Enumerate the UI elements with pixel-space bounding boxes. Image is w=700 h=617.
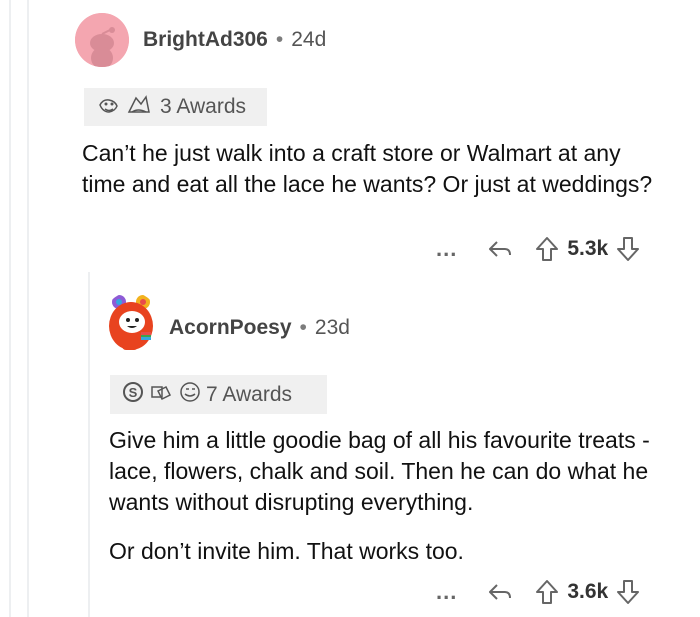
comment-paragraph: Or don’t invite him. That works too. xyxy=(109,538,464,564)
awards-bar[interactable]: S 7 Awards xyxy=(110,375,327,414)
thread-line-outer-2[interactable] xyxy=(27,0,29,617)
more-options-button[interactable]: ... xyxy=(436,236,457,262)
silver-award-icon: S xyxy=(122,381,144,408)
username[interactable]: AcornPoesy xyxy=(169,316,292,340)
username[interactable]: BrightAd306 xyxy=(143,28,268,52)
comment-paragraph: Give him a little goodie bag of all his … xyxy=(109,427,650,515)
comment-meta: AcornPoesy • 23d xyxy=(169,316,350,340)
downvote-arrow-icon[interactable] xyxy=(616,579,640,605)
more-options-button[interactable]: ... xyxy=(436,579,457,605)
separator: • xyxy=(299,316,307,339)
awards-count: 3 Awards xyxy=(160,95,246,118)
award-icon xyxy=(126,94,152,121)
svg-text:S: S xyxy=(129,385,138,400)
award-icon xyxy=(96,94,122,121)
comment-age[interactable]: 23d xyxy=(315,316,350,340)
thread-line-reply[interactable] xyxy=(88,272,90,617)
comment-body: Give him a little goodie bag of all his … xyxy=(109,425,679,567)
upvote-arrow-icon[interactable] xyxy=(535,579,559,605)
award-icon xyxy=(178,381,202,408)
snoo-avatar-icon xyxy=(75,13,129,67)
comment-paragraph: Can’t he just walk into a craft store or… xyxy=(82,140,653,197)
awards-bar[interactable]: 3 Awards xyxy=(84,88,267,126)
reply-arrow-icon[interactable] xyxy=(487,581,513,603)
thread-line-outer[interactable] xyxy=(9,0,11,617)
vote-count: 3.6k xyxy=(567,580,609,603)
avatar[interactable] xyxy=(75,13,129,67)
snoo-avatar-icon xyxy=(109,295,153,350)
comment-actions: ... 3.6k xyxy=(436,577,640,607)
downvote-arrow-icon[interactable] xyxy=(616,236,640,262)
comment-actions: ... 5.3k xyxy=(436,234,640,264)
comment-meta: BrightAd306 • 24d xyxy=(143,28,326,52)
awards-count: 7 Awards xyxy=(206,382,292,406)
upvote-arrow-icon[interactable] xyxy=(535,236,559,262)
vote-count: 5.3k xyxy=(567,237,609,260)
comment-age[interactable]: 24d xyxy=(291,28,326,52)
award-icon xyxy=(148,381,174,408)
reply-arrow-icon[interactable] xyxy=(487,238,513,260)
separator: • xyxy=(275,28,284,51)
avatar[interactable] xyxy=(102,292,160,356)
comment-body: Can’t he just walk into a craft store or… xyxy=(82,138,662,200)
